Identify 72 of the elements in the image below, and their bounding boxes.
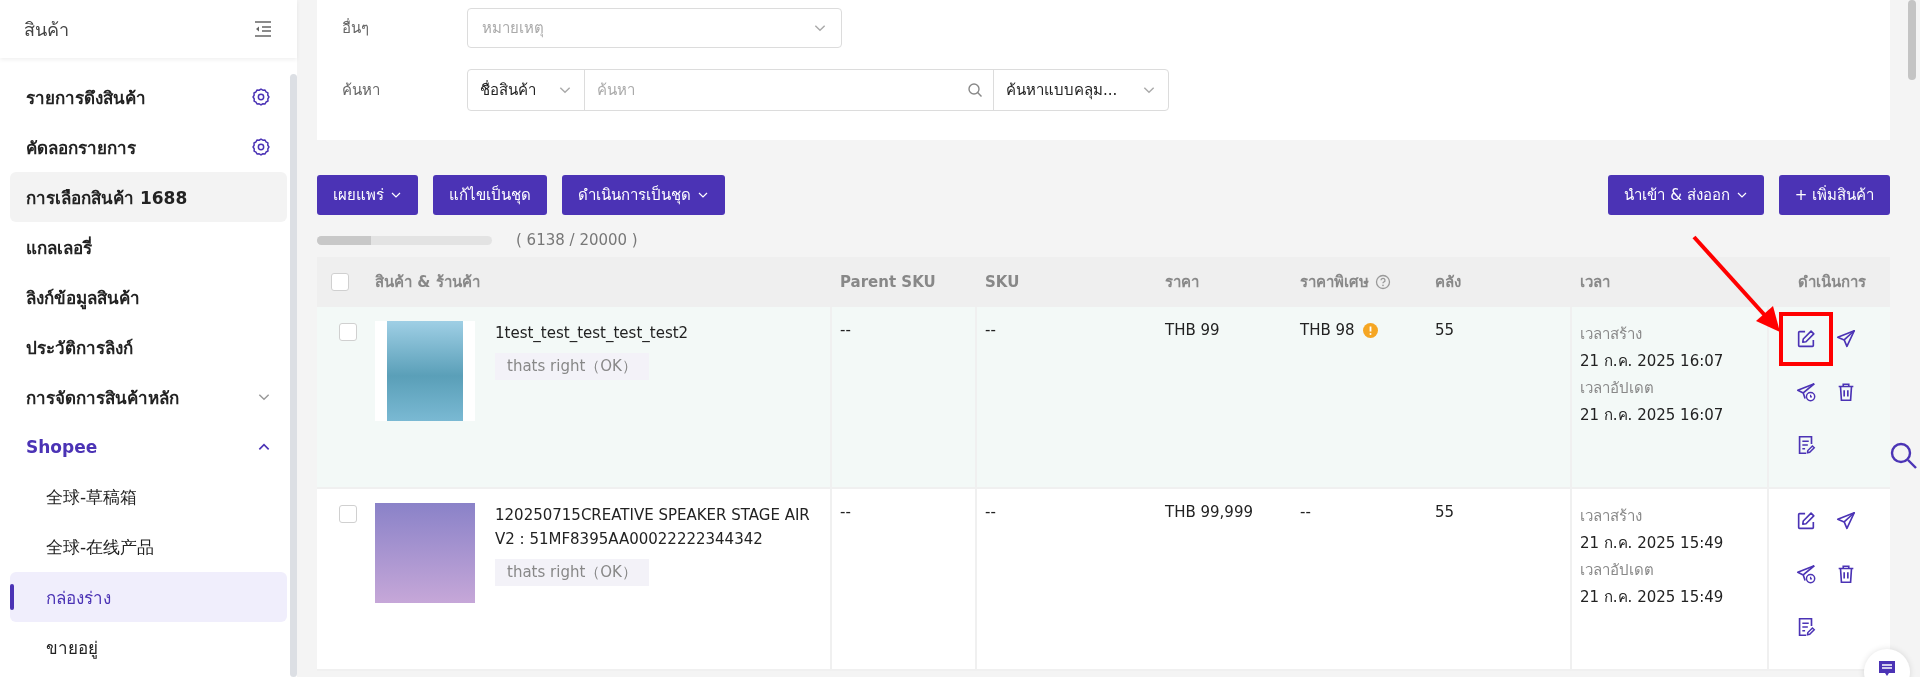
toolbar-button[interactable]: นำเข้า & ส่งออก: [1608, 175, 1764, 215]
updated-time: 21 ก.ค. 2025 15:49: [1580, 587, 1724, 608]
column-header: ราคาพิเศษ: [1300, 272, 1369, 293]
row-checkbox[interactable]: [339, 323, 357, 341]
collapse-icon[interactable]: [253, 20, 273, 38]
sidebar-item[interactable]: Shopee: [10, 422, 287, 472]
paper-plane-clock-icon: [1795, 563, 1817, 585]
sidebar-item[interactable]: การเลือกสินค้า 1688: [10, 172, 287, 222]
filter-label: ค้นหา: [342, 80, 381, 101]
table-cell: --: [1300, 503, 1311, 521]
table-cell: --: [840, 503, 851, 521]
chat-icon: [1877, 659, 1897, 677]
quota-text: ( 6138 / 20000 ): [516, 231, 638, 249]
created-time: 21 ก.ค. 2025 15:49: [1580, 533, 1724, 554]
table-cell: --: [985, 503, 996, 521]
paper-plane-icon: [1835, 510, 1857, 532]
search-field[interactable]: ค้นหา: [595, 80, 967, 100]
toolbar-button[interactable]: + เพิ่มสินค้า: [1778, 175, 1890, 215]
table-cell: 55: [1435, 503, 1455, 521]
table-cell: THB 99,999: [1165, 503, 1253, 521]
column-header: ราคา: [1165, 272, 1199, 293]
settings-icon[interactable]: [251, 137, 271, 157]
toolbar-button[interactable]: ดำเนินการเป็นชุด: [562, 175, 725, 215]
status-tag: thats right（OK）: [495, 353, 649, 380]
sidebar-item[interactable]: รายการดึงสินค้า: [10, 72, 287, 122]
field-select[interactable]: ชื่อสินค้า: [468, 70, 585, 110]
product-name: 120250715CREATIVE SPEAKER STAGE AIR V2 : 51MF8395AA00022222344342: [495, 505, 811, 550]
column-header: สินค้า & ร้านค้า: [375, 272, 480, 293]
sidebar-item[interactable]: ขายอยู่: [10, 622, 287, 672]
filter-label: อื่นๆ: [342, 17, 370, 39]
select-all-checkbox[interactable]: [331, 273, 349, 291]
column-header: คลัง: [1435, 272, 1461, 293]
column-header: SKU: [985, 273, 1020, 291]
created-time: 21 ก.ค. 2025 16:07: [1580, 351, 1724, 372]
column-header: Parent SKU: [840, 273, 936, 291]
sidebar-item[interactable]: 全球-在线产品: [10, 522, 287, 572]
updated-label: เวลาอัปเดต: [1580, 378, 1654, 399]
row-checkbox[interactable]: [339, 505, 357, 523]
help-icon: [1375, 274, 1391, 290]
column-header: ดำเนินการ: [1798, 272, 1866, 293]
created-label: เวลาสร้าง: [1580, 506, 1642, 527]
updated-label: เวลาอัปเดต: [1580, 560, 1654, 581]
updated-time: 21 ก.ค. 2025 16:07: [1580, 405, 1724, 426]
sidebar-item[interactable]: แกลเลอรี่: [10, 222, 287, 272]
table-cell: THB 98: [1300, 321, 1355, 339]
product-name: 1test_test_test_test_test2: [495, 323, 689, 344]
table-cell: THB 99: [1165, 321, 1220, 339]
sidebar-item[interactable]: 全球-草稿箱: [10, 472, 287, 522]
sidebar-title: สินค้า: [24, 17, 69, 42]
column-header: เวลา: [1580, 272, 1610, 293]
sidebar-item[interactable]: ประวัติการลิงก์: [10, 322, 287, 372]
edit-icon: [1795, 510, 1817, 532]
sidebar-item[interactable]: ลิงก์ข้อมูลสินค้า: [10, 272, 287, 322]
table-cell: --: [985, 321, 996, 339]
sidebar-item[interactable]: คัดลอกรายการ: [10, 122, 287, 172]
settings-icon[interactable]: [251, 87, 271, 107]
search-bar[interactable]: ชื่อสินค้า ค้นหา ค้นหาแบบคลุม...: [467, 69, 1169, 111]
search-mode-select[interactable]: ค้นหาแบบคลุม...: [994, 70, 1168, 110]
created-label: เวลาสร้าง: [1580, 324, 1642, 345]
scrollbar-thumb[interactable]: [290, 74, 297, 677]
table-cell: --: [840, 321, 851, 339]
edit-icon: [1795, 328, 1817, 350]
paper-plane-icon: [1835, 328, 1857, 350]
search-icon: [967, 82, 983, 98]
status-tag: thats right（OK）: [495, 559, 649, 586]
toolbar-button[interactable]: แก้ไขเป็นชุด: [433, 175, 547, 215]
scrollbar-thumb[interactable]: [1908, 0, 1916, 80]
toolbar-button[interactable]: เผยแพร่: [317, 175, 418, 215]
table-cell: 55: [1435, 321, 1455, 339]
sidebar-item[interactable]: การจัดการสินค้าหลัก: [10, 372, 287, 422]
sidebar-item[interactable]: กล่องร่าง: [10, 572, 287, 622]
paper-plane-clock-icon: [1795, 381, 1817, 403]
